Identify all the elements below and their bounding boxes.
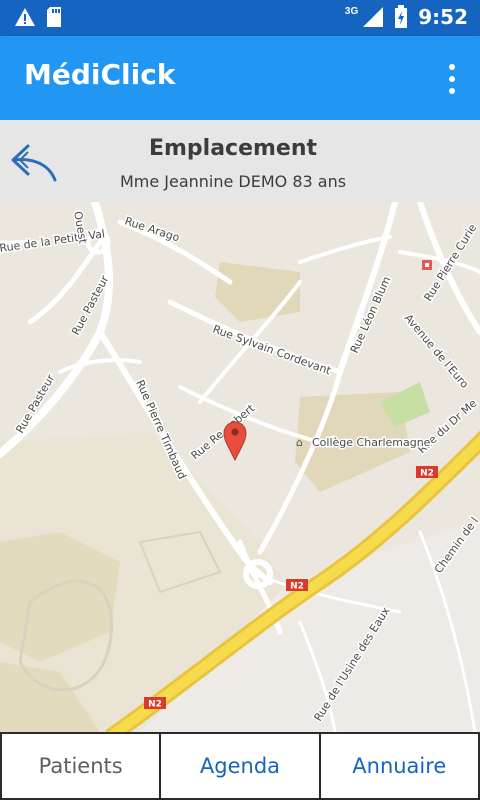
road-shield-n2: N2 — [286, 579, 308, 592]
patient-name: Mme Jeannine DEMO 83 ans — [119, 172, 347, 191]
poi-label: Collège Charlemagne — [312, 436, 431, 449]
svg-text:N2: N2 — [290, 582, 304, 592]
warning-icon — [15, 8, 35, 26]
map-view[interactable]: N2 N2 N2 Rue Arago Rue Pasteur Rue Paste… — [0, 202, 480, 732]
signal-icon — [363, 7, 384, 27]
network-type: 3G — [344, 5, 359, 17]
poi-college[interactable]: ⌂ Collège Charlemagne — [296, 435, 432, 451]
overflow-menu-icon[interactable] — [444, 64, 460, 94]
clock: 9:52 — [418, 5, 468, 29]
bottom-nav: Patients Agenda Annuaire — [0, 732, 480, 800]
battery-icon — [395, 5, 408, 28]
app-bar: MédiClick — [0, 36, 480, 120]
status-bar: 3G 9:52 — [0, 0, 480, 36]
sd-card-icon — [47, 7, 61, 27]
poi-marker-icon — [422, 260, 432, 270]
road-shield-n2: N2 — [144, 697, 166, 710]
app-title: MédiClick — [24, 58, 176, 91]
tab-agenda[interactable]: Agenda — [159, 732, 321, 800]
tab-annuaire[interactable]: Annuaire — [318, 732, 480, 800]
school-icon: ⌂ — [296, 436, 303, 449]
road-shield-n2: N2 — [416, 466, 438, 479]
tab-patients[interactable]: Patients — [0, 732, 162, 800]
svg-text:N2: N2 — [420, 469, 434, 479]
page-title: Emplacement — [148, 136, 318, 161]
svg-text:N2: N2 — [148, 700, 162, 710]
